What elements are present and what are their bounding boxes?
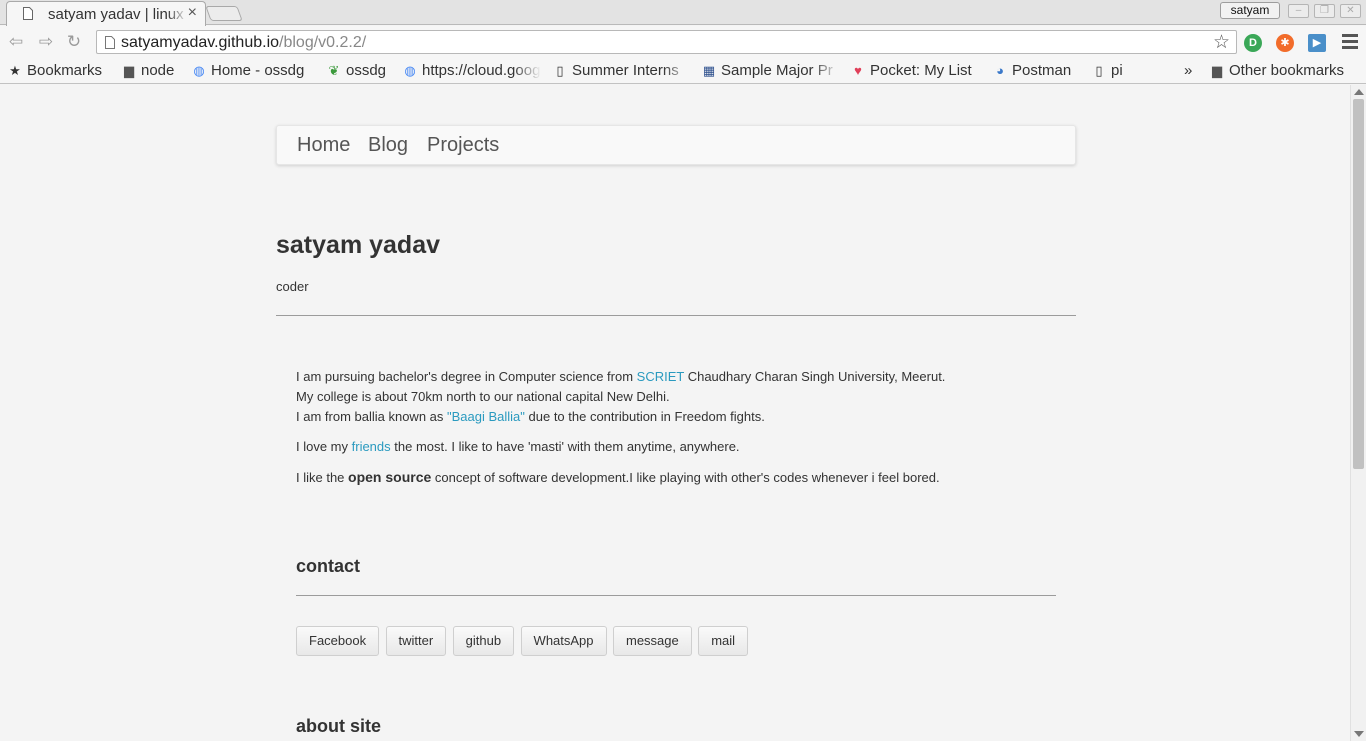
bookmark-label: Bookmarks	[27, 62, 103, 79]
leaf-icon: ❦	[328, 63, 340, 78]
bookmark-item-sample-major[interactable]: ▦ Sample Major Pr	[702, 60, 840, 82]
url-path: /blog/v0.2.2/	[279, 34, 367, 51]
site-navbar: Home Blog Projects	[276, 125, 1076, 165]
text: I am pursuing bachelor's degree in Compu…	[296, 369, 637, 384]
bookmark-item-ossdg[interactable]: ❦ ossdg	[327, 60, 393, 82]
bookmark-label: Sample Major Pr	[721, 62, 833, 79]
mail-button[interactable]: mail	[698, 626, 749, 656]
text: I am from ballia known as	[296, 409, 448, 424]
text: concept of software development.I like p…	[431, 470, 940, 485]
page-icon: ▯	[556, 63, 564, 78]
twitter-button[interactable]: twitter	[385, 626, 447, 656]
site-subtitle: coder	[276, 279, 309, 294]
bookmark-item-pocket[interactable]: ♥ Pocket: My List	[851, 60, 986, 82]
bookmark-item-home-ossdg[interactable]: ◍ Home - ossdg	[192, 60, 318, 82]
folder-icon: ▆	[124, 63, 134, 78]
minimize-window-icon[interactable]: –	[1288, 4, 1309, 18]
nav-blog-link[interactable]: Blog	[368, 134, 408, 157]
page-icon	[105, 36, 115, 49]
bookmark-label: node	[141, 62, 175, 79]
page-scrollbar[interactable]	[1350, 85, 1366, 741]
other-bookmarks-folder[interactable]: ▆ Other bookmarks	[1210, 60, 1360, 82]
star-icon: ★	[9, 63, 21, 78]
scroll-up-arrow-icon[interactable]	[1354, 89, 1364, 95]
nav-projects-link[interactable]: Projects	[427, 134, 499, 157]
about-section: I am pursuing bachelor's degree in Compu…	[296, 367, 945, 498]
github-button[interactable]: github	[452, 626, 515, 656]
back-icon[interactable]: ⇦	[6, 32, 26, 52]
globe-icon: ◕	[996, 63, 1004, 78]
nav-home-link[interactable]: Home	[297, 134, 350, 157]
browser-toolbar: ⇦ ⇨ ↻ satyamyadav.github.io/blog/v0.2.2/…	[0, 26, 1366, 58]
bookmark-label: https://cloud.google	[422, 62, 541, 79]
bookmark-label: ossdg	[346, 62, 387, 79]
google-icon: ◍	[193, 63, 205, 78]
text: I like the	[296, 470, 349, 485]
address-bar[interactable]: satyamyadav.github.io/blog/v0.2.2/ ☆	[96, 30, 1237, 54]
text: Chaudhary Charan Singh University, Meeru…	[684, 369, 946, 384]
close-window-icon[interactable]: ✕	[1340, 4, 1361, 18]
pocket-icon: ♥	[854, 63, 862, 78]
bookmark-item-summer-interns[interactable]: ▯ Summer Interns	[553, 60, 691, 82]
tab-title: satyam yadav | linux	[48, 6, 184, 23]
bookmarks-overflow-chevron[interactable]: »	[1184, 60, 1198, 82]
open-source-bold: open source	[348, 469, 432, 485]
scriet-link[interactable]: SCRIET	[637, 369, 684, 384]
page-icon: ▯	[1095, 63, 1103, 78]
extension-green-icon[interactable]: D	[1244, 34, 1262, 52]
bookmark-label: Postman	[1012, 62, 1072, 79]
extension-orange-icon[interactable]: ✱	[1276, 34, 1294, 52]
bookmark-item-postman[interactable]: ◕ Postman	[993, 60, 1083, 82]
extension-blue-icon[interactable]: ▶	[1308, 34, 1326, 52]
bookmark-label: Other bookmarks	[1229, 62, 1345, 79]
friends-link[interactable]: friends	[352, 439, 391, 454]
grid-icon: ▦	[702, 63, 716, 78]
bookmark-item-cloud-google[interactable]: ◍ https://cloud.google	[403, 60, 541, 82]
about-paragraph-1: I am pursuing bachelor's degree in Compu…	[296, 367, 945, 427]
scroll-down-arrow-icon[interactable]	[1354, 731, 1364, 737]
url-text: satyamyadav.github.io/blog/v0.2.2/	[121, 34, 366, 52]
bookmark-label: Pocket: My List	[870, 62, 972, 79]
tab-close-icon[interactable]: ×	[188, 4, 197, 22]
site-title: satyam yadav	[276, 231, 441, 259]
reload-icon[interactable]: ↻	[64, 32, 84, 52]
bookmark-label: pi	[1111, 62, 1123, 79]
bookmark-folder-node[interactable]: ▆ node	[122, 60, 182, 82]
url-host: satyamyadav.github.io	[121, 34, 280, 51]
whatsapp-button[interactable]: WhatsApp	[520, 626, 607, 656]
contact-buttons: Facebook twitter github WhatsApp message…	[296, 626, 750, 656]
contact-heading: contact	[296, 556, 361, 576]
profile-button[interactable]: satyam	[1220, 2, 1280, 19]
contact-divider	[296, 595, 1056, 596]
text: due to the contribution in Freedom fight…	[524, 409, 765, 424]
bookmarks-bar: ★ Bookmarks ▆ node ◍ Home - ossdg ❦ ossdg ◍ h…	[0, 58, 1366, 84]
bookmark-label: Summer Interns	[572, 62, 679, 79]
page-viewport: Home Blog Projects satyam yadav coder I …	[0, 85, 1350, 741]
google-icon: ◍	[404, 63, 416, 78]
text: the most. I like to have 'masti' with th…	[390, 439, 740, 454]
text: I love my	[296, 439, 352, 454]
browser-tab-active[interactable]: satyam yadav | linux ×	[6, 1, 206, 26]
folder-icon: ▆	[1212, 63, 1222, 78]
header-divider	[276, 315, 1076, 316]
chrome-menu-icon[interactable]	[1342, 34, 1358, 50]
forward-icon[interactable]: ⇨	[36, 32, 56, 52]
restore-window-icon[interactable]: ❐	[1314, 4, 1335, 18]
browser-titlebar: satyam yadav | linux × satyam – ❐ ✕	[0, 0, 1366, 26]
message-button[interactable]: message	[612, 626, 692, 656]
scrollbar-thumb[interactable]	[1353, 99, 1364, 469]
baagi-ballia-link[interactable]: "Baagi Ballia"	[447, 409, 525, 424]
facebook-button[interactable]: Facebook	[296, 626, 380, 656]
bookmark-item-pi[interactable]: ▯ pi	[1092, 60, 1132, 82]
bookmark-item-bookmarks[interactable]: ★ Bookmarks	[8, 60, 113, 82]
text: My college is about 70km north to our na…	[296, 389, 670, 404]
about-paragraph-3: I like the open source concept of softwa…	[296, 467, 945, 488]
about-site-heading: about site	[296, 716, 382, 736]
page-icon	[23, 7, 33, 20]
bookmark-star-icon[interactable]: ☆	[1213, 31, 1230, 54]
bookmark-label: Home - ossdg	[211, 62, 305, 79]
new-tab-button[interactable]	[205, 6, 243, 21]
about-paragraph-2: I love my friends the most. I like to ha…	[296, 437, 945, 457]
